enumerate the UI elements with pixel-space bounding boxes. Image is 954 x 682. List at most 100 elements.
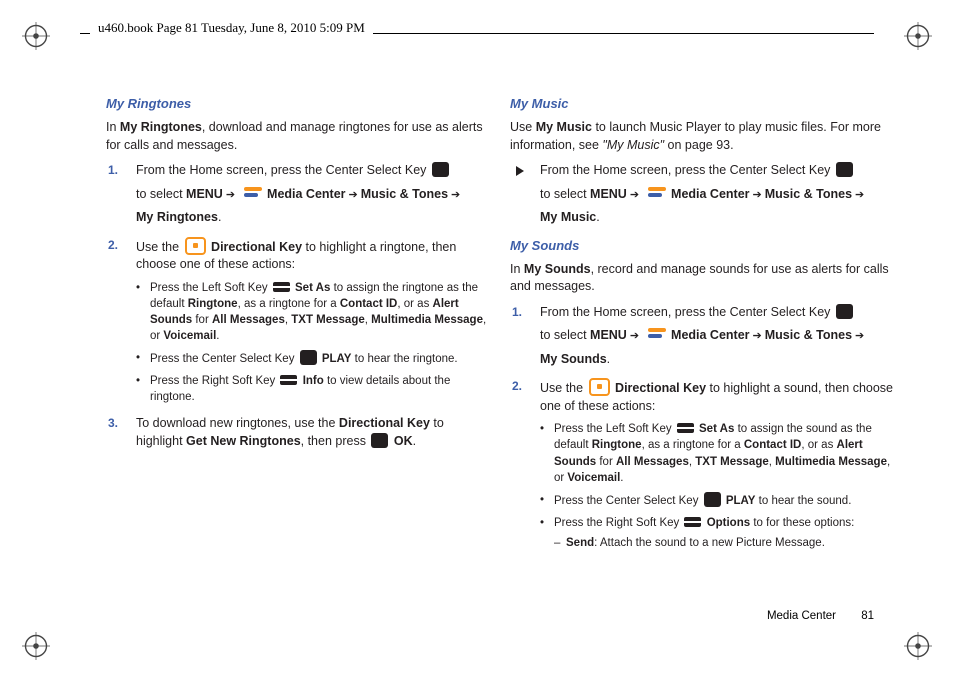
text-bold: TXT Message	[695, 456, 769, 468]
text: Use the	[136, 240, 183, 254]
text-bold: Directional Key	[211, 240, 302, 254]
text-bold: MENU	[186, 187, 223, 201]
text: From the Home screen, press the Center S…	[136, 163, 430, 177]
text: Use the	[540, 381, 587, 395]
step-1: 1. From the Home screen, press the Cente…	[540, 304, 894, 369]
ringtones-steps: 1. From the Home screen, press the Cente…	[106, 162, 490, 450]
text-bold: Voicemail	[163, 330, 216, 342]
directional-key-icon	[185, 237, 206, 255]
center-select-key-icon	[836, 304, 853, 319]
text-bold: My Music	[540, 210, 596, 224]
text: to select	[136, 187, 186, 201]
arrow-icon: ➔	[349, 188, 358, 203]
text-bold: TXT Message	[291, 314, 365, 326]
arrow-icon: ➔	[451, 188, 460, 203]
text-bold: Set As	[295, 282, 330, 294]
text-italic: "My Music"	[602, 138, 664, 152]
step-number: 2.	[108, 237, 118, 254]
arrow-icon: ➔	[630, 329, 639, 344]
text: Press the Left Soft Key	[554, 423, 675, 435]
arrow-icon: ➔	[630, 188, 639, 203]
text: Press the Right Soft Key	[554, 517, 682, 529]
text: to select	[540, 187, 590, 201]
page-header: u460.book Page 81 Tuesday, June 8, 2010 …	[90, 20, 373, 36]
media-center-icon	[648, 186, 666, 200]
left-soft-key-icon	[677, 423, 694, 433]
text: .	[413, 434, 416, 448]
media-center-icon	[648, 327, 666, 341]
text-bold: MENU	[590, 328, 627, 342]
text-bold: Ringtone	[592, 439, 642, 451]
text: From the Home screen, press the Center S…	[540, 163, 834, 177]
bullet: Press the Left Soft Key Set As to assign…	[150, 280, 490, 344]
text-bold: Multimedia Message	[775, 456, 887, 468]
printer-mark-icon	[22, 632, 50, 660]
text-bold: My Ringtones	[136, 210, 218, 224]
sub-bullet: Send: Attach the sound to a new Picture …	[566, 535, 894, 551]
text-bold: Set As	[699, 423, 734, 435]
center-select-key-icon	[371, 433, 388, 448]
sub-bullets: Send: Attach the sound to a new Picture …	[554, 535, 894, 551]
step: From the Home screen, press the Center S…	[540, 162, 894, 227]
text-bold: Contact ID	[744, 439, 802, 451]
text-bold: Get New Ringtones	[186, 434, 301, 448]
arrow-icon: ➔	[855, 188, 864, 203]
music-intro: Use My Music to launch Music Player to p…	[510, 119, 894, 154]
text-bold: All Messages	[212, 314, 285, 326]
arrow-icon: ➔	[855, 329, 864, 344]
step-number: 1.	[512, 304, 522, 321]
printer-mark-icon	[22, 22, 50, 50]
text: From the Home screen, press the Center S…	[540, 305, 834, 319]
text-bold: Media Center	[671, 187, 750, 201]
heading-my-sounds: My Sounds	[510, 237, 894, 255]
sounds-steps: 1. From the Home screen, press the Cente…	[510, 304, 894, 551]
right-soft-key-icon	[280, 375, 297, 385]
bullet: Press the Center Select Key PLAY to hear…	[150, 350, 490, 367]
left-soft-key-icon	[273, 282, 290, 292]
center-select-key-icon	[704, 492, 721, 507]
text-bold: PLAY	[726, 495, 756, 507]
right-soft-key-icon	[684, 517, 701, 527]
text-bold: OK	[394, 434, 413, 448]
text: to for these options:	[750, 517, 854, 529]
arrow-icon: ➔	[753, 329, 762, 344]
text: In	[510, 262, 524, 276]
text-bold: Voicemail	[567, 472, 620, 484]
text: , as a ringtone for a	[238, 298, 340, 310]
arrow-icon: ➔	[753, 188, 762, 203]
text-bold: Options	[707, 517, 750, 529]
text: for	[192, 314, 212, 326]
text-bold: My Sounds	[540, 352, 607, 366]
text-bold: Send	[566, 537, 594, 549]
text: Press the Right Soft Key	[150, 375, 278, 387]
text-bold: My Ringtones	[120, 120, 202, 134]
column-right: My Music Use My Music to launch Music Pl…	[510, 95, 894, 622]
step-3: 3. To download new ringtones, use the Di…	[136, 415, 490, 450]
text: on page 93.	[664, 138, 734, 152]
directional-key-icon	[589, 378, 610, 396]
text-bold: My Music	[536, 120, 592, 134]
page-footer: Media Center 81	[767, 610, 874, 622]
bullet: Press the Left Soft Key Set As to assign…	[554, 421, 894, 485]
bullet: Press the Center Select Key PLAY to hear…	[554, 492, 894, 509]
step-2: 2. Use the Directional Key to highlight …	[136, 237, 490, 406]
text-bold: Media Center	[671, 328, 750, 342]
column-left: My Ringtones In My Ringtones, download a…	[106, 95, 490, 622]
sounds-intro: In My Sounds, record and manage sounds f…	[510, 261, 894, 296]
step-2-bullets: Press the Left Soft Key Set As to assign…	[540, 421, 894, 551]
text-bold: PLAY	[322, 353, 352, 365]
text-bold: Media Center	[267, 187, 346, 201]
text-bold: Ringtone	[188, 298, 238, 310]
printer-mark-icon	[904, 22, 932, 50]
text: .	[607, 352, 610, 366]
step-number: 1.	[108, 162, 118, 179]
text: .	[620, 472, 623, 484]
triangle-bullet-icon	[516, 166, 524, 176]
text: , then press	[301, 434, 370, 448]
text: .	[216, 330, 219, 342]
text-bold: Multimedia Message	[371, 314, 483, 326]
text-bold: Info	[303, 375, 324, 387]
step-number: 2.	[512, 378, 522, 395]
footer-page-number: 81	[861, 610, 874, 622]
text: Press the Left Soft Key	[150, 282, 271, 294]
